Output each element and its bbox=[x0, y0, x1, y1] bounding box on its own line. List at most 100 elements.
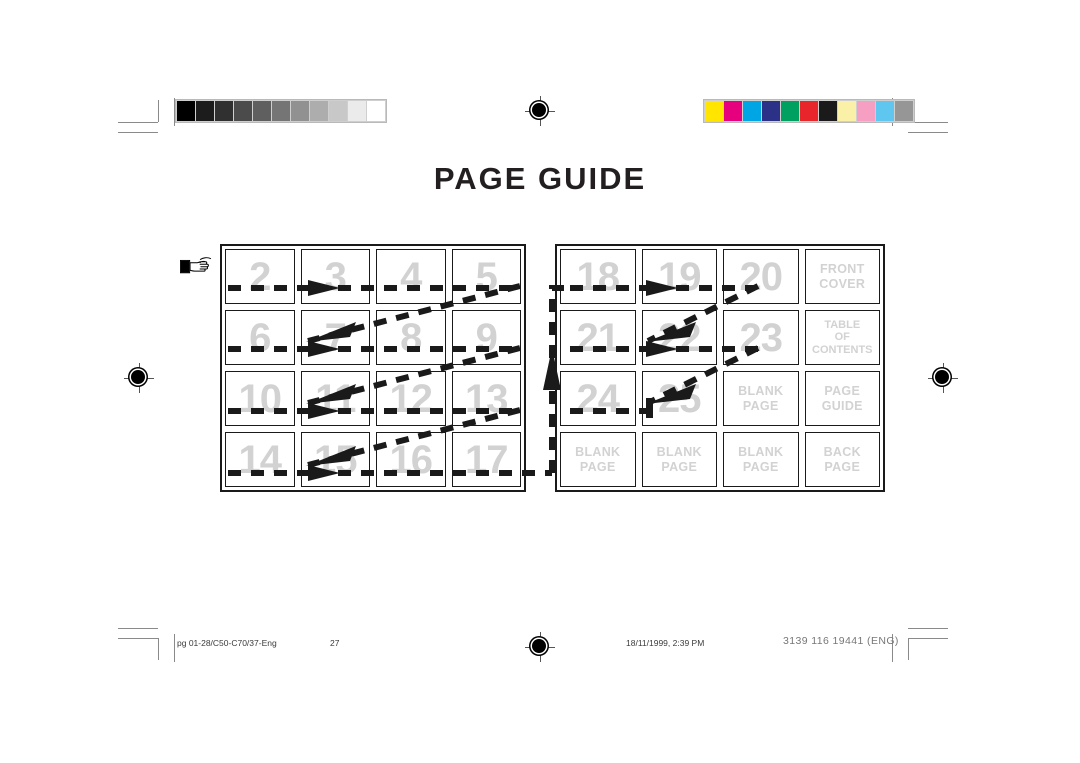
footer-timestamp: 18/11/1999, 2:39 PM bbox=[626, 638, 705, 648]
page-label: BLANK PAGE bbox=[738, 445, 784, 474]
grayscale-patch-8 bbox=[329, 101, 347, 121]
registration-target-right bbox=[928, 363, 958, 393]
left-cell-3: 3 bbox=[300, 249, 370, 304]
page-label: BACK PAGE bbox=[823, 445, 861, 474]
page-label: BLANK PAGE bbox=[738, 384, 784, 413]
right-cell-18: 18 bbox=[560, 249, 636, 304]
grayscale-patch-0 bbox=[177, 101, 195, 121]
color-patch-6 bbox=[819, 101, 837, 121]
footer-doc-code: 3139 116 19441 (ENG) bbox=[783, 635, 899, 647]
page-label: BLANK PAGE bbox=[575, 445, 621, 474]
page-number: 22 bbox=[658, 315, 701, 360]
page-number: 9 bbox=[475, 315, 498, 360]
left-cell-7: 7 bbox=[300, 310, 370, 365]
color-calibration-strip bbox=[703, 99, 915, 123]
page-number: 6 bbox=[249, 315, 271, 360]
grayscale-patch-4 bbox=[253, 101, 271, 121]
right-cell-table-of-contents: TABLE OF CONTENTS bbox=[804, 310, 880, 365]
left-cell-13: 13 bbox=[451, 371, 521, 426]
right-cell-blank-page: BLANK PAGE bbox=[641, 432, 717, 487]
right-cell-25: 25 bbox=[641, 371, 717, 426]
page-title: PAGE GUIDE bbox=[433, 161, 647, 196]
page-number: 23 bbox=[739, 315, 783, 360]
page-number: 15 bbox=[314, 437, 357, 482]
color-patch-5 bbox=[800, 101, 818, 121]
page-number: 12 bbox=[389, 376, 433, 421]
left-cell-11: 11 bbox=[300, 371, 370, 426]
right-cell-back-page: BACK PAGE bbox=[804, 432, 880, 487]
crop-mark-bottom-right bbox=[892, 628, 948, 662]
footer-file-ref: pg 01-28/C50-C70/37-Eng bbox=[177, 638, 277, 648]
page-number: 2 bbox=[249, 254, 271, 299]
registration-target-top bbox=[525, 96, 555, 126]
grayscale-patch-1 bbox=[196, 101, 214, 121]
page-number: 24 bbox=[576, 376, 620, 421]
registration-target-bottom bbox=[525, 632, 555, 662]
grayscale-patch-10 bbox=[367, 101, 385, 121]
right-cell-blank-page: BLANK PAGE bbox=[560, 432, 636, 487]
left-cell-2: 2 bbox=[225, 249, 295, 304]
page-grid-right: 18 19 20 FRONT COVER 21 22 23 TABLE OF CONTENTS… bbox=[555, 244, 885, 492]
left-cell-10: 10 bbox=[225, 371, 295, 426]
page-number: 25 bbox=[658, 376, 701, 421]
color-patch-10 bbox=[895, 101, 913, 121]
crop-mark-bottom-left bbox=[118, 628, 175, 662]
right-cell-21: 21 bbox=[560, 310, 636, 365]
right-cell-front-cover: FRONT COVER bbox=[804, 249, 880, 304]
grayscale-patch-3 bbox=[234, 101, 252, 121]
registration-target-left bbox=[124, 363, 154, 393]
page-label: BLANK PAGE bbox=[656, 445, 702, 474]
page-number: 7 bbox=[324, 315, 347, 360]
grayscale-patch-9 bbox=[348, 101, 366, 121]
grayscale-patch-2 bbox=[215, 101, 233, 121]
grayscale-patch-5 bbox=[272, 101, 290, 121]
left-cell-14: 14 bbox=[225, 432, 295, 487]
color-patch-8 bbox=[857, 101, 875, 121]
color-patch-2 bbox=[743, 101, 761, 121]
page-number: 14 bbox=[238, 437, 282, 482]
right-cell-20: 20 bbox=[723, 249, 799, 304]
color-patch-4 bbox=[781, 101, 799, 121]
left-cell-17: 17 bbox=[451, 432, 521, 487]
right-cell-blank-page: BLANK PAGE bbox=[723, 432, 799, 487]
left-cell-16: 16 bbox=[376, 432, 446, 487]
right-cell-blank-page: BLANK PAGE bbox=[723, 371, 799, 426]
page-label: PAGE GUIDE bbox=[821, 384, 863, 413]
color-patch-7 bbox=[838, 101, 856, 121]
left-cell-4: 4 bbox=[376, 249, 446, 304]
color-patch-9 bbox=[876, 101, 894, 121]
page-number: 13 bbox=[465, 376, 508, 421]
page-number: 17 bbox=[465, 437, 508, 482]
page-number: 3 bbox=[324, 254, 347, 299]
left-cell-9: 9 bbox=[451, 310, 521, 365]
right-cell-page-guide: PAGE GUIDE bbox=[804, 371, 880, 426]
left-cell-8: 8 bbox=[376, 310, 446, 365]
page-number: 21 bbox=[576, 315, 620, 360]
left-cell-6: 6 bbox=[225, 310, 295, 365]
page-guide-diagram: 2 3 4 5 6 7 8 9 10 11 12 13 14 15 16 17 18 19 20 FRONT COV… bbox=[179, 230, 900, 495]
page-number: 10 bbox=[238, 376, 282, 421]
left-cell-15: 15 bbox=[300, 432, 370, 487]
page-label: FRONT COVER bbox=[819, 262, 866, 291]
right-cell-19: 19 bbox=[641, 249, 717, 304]
page-number: 20 bbox=[739, 254, 783, 299]
left-cell-5: 5 bbox=[451, 249, 521, 304]
color-patch-1 bbox=[724, 101, 742, 121]
color-patch-0 bbox=[705, 101, 723, 121]
right-cell-23: 23 bbox=[723, 310, 799, 365]
page-number: 4 bbox=[400, 254, 422, 299]
page-grid-left: 2 3 4 5 6 7 8 9 10 11 12 13 14 15 16 17 bbox=[220, 244, 526, 492]
crop-mark-top-left bbox=[118, 98, 175, 133]
page-number: 18 bbox=[576, 254, 620, 299]
page-number: 16 bbox=[389, 437, 433, 482]
grayscale-patch-6 bbox=[291, 101, 309, 121]
grayscale-patch-7 bbox=[310, 101, 328, 121]
grayscale-calibration-strip bbox=[175, 99, 387, 123]
footer-page-number: 27 bbox=[330, 638, 340, 648]
page-number: 19 bbox=[658, 254, 701, 299]
left-cell-12: 12 bbox=[376, 371, 446, 426]
page-number: 5 bbox=[475, 254, 498, 299]
right-cell-22: 22 bbox=[641, 310, 717, 365]
page-label: TABLE OF CONTENTS bbox=[812, 318, 873, 356]
right-cell-24: 24 bbox=[560, 371, 636, 426]
